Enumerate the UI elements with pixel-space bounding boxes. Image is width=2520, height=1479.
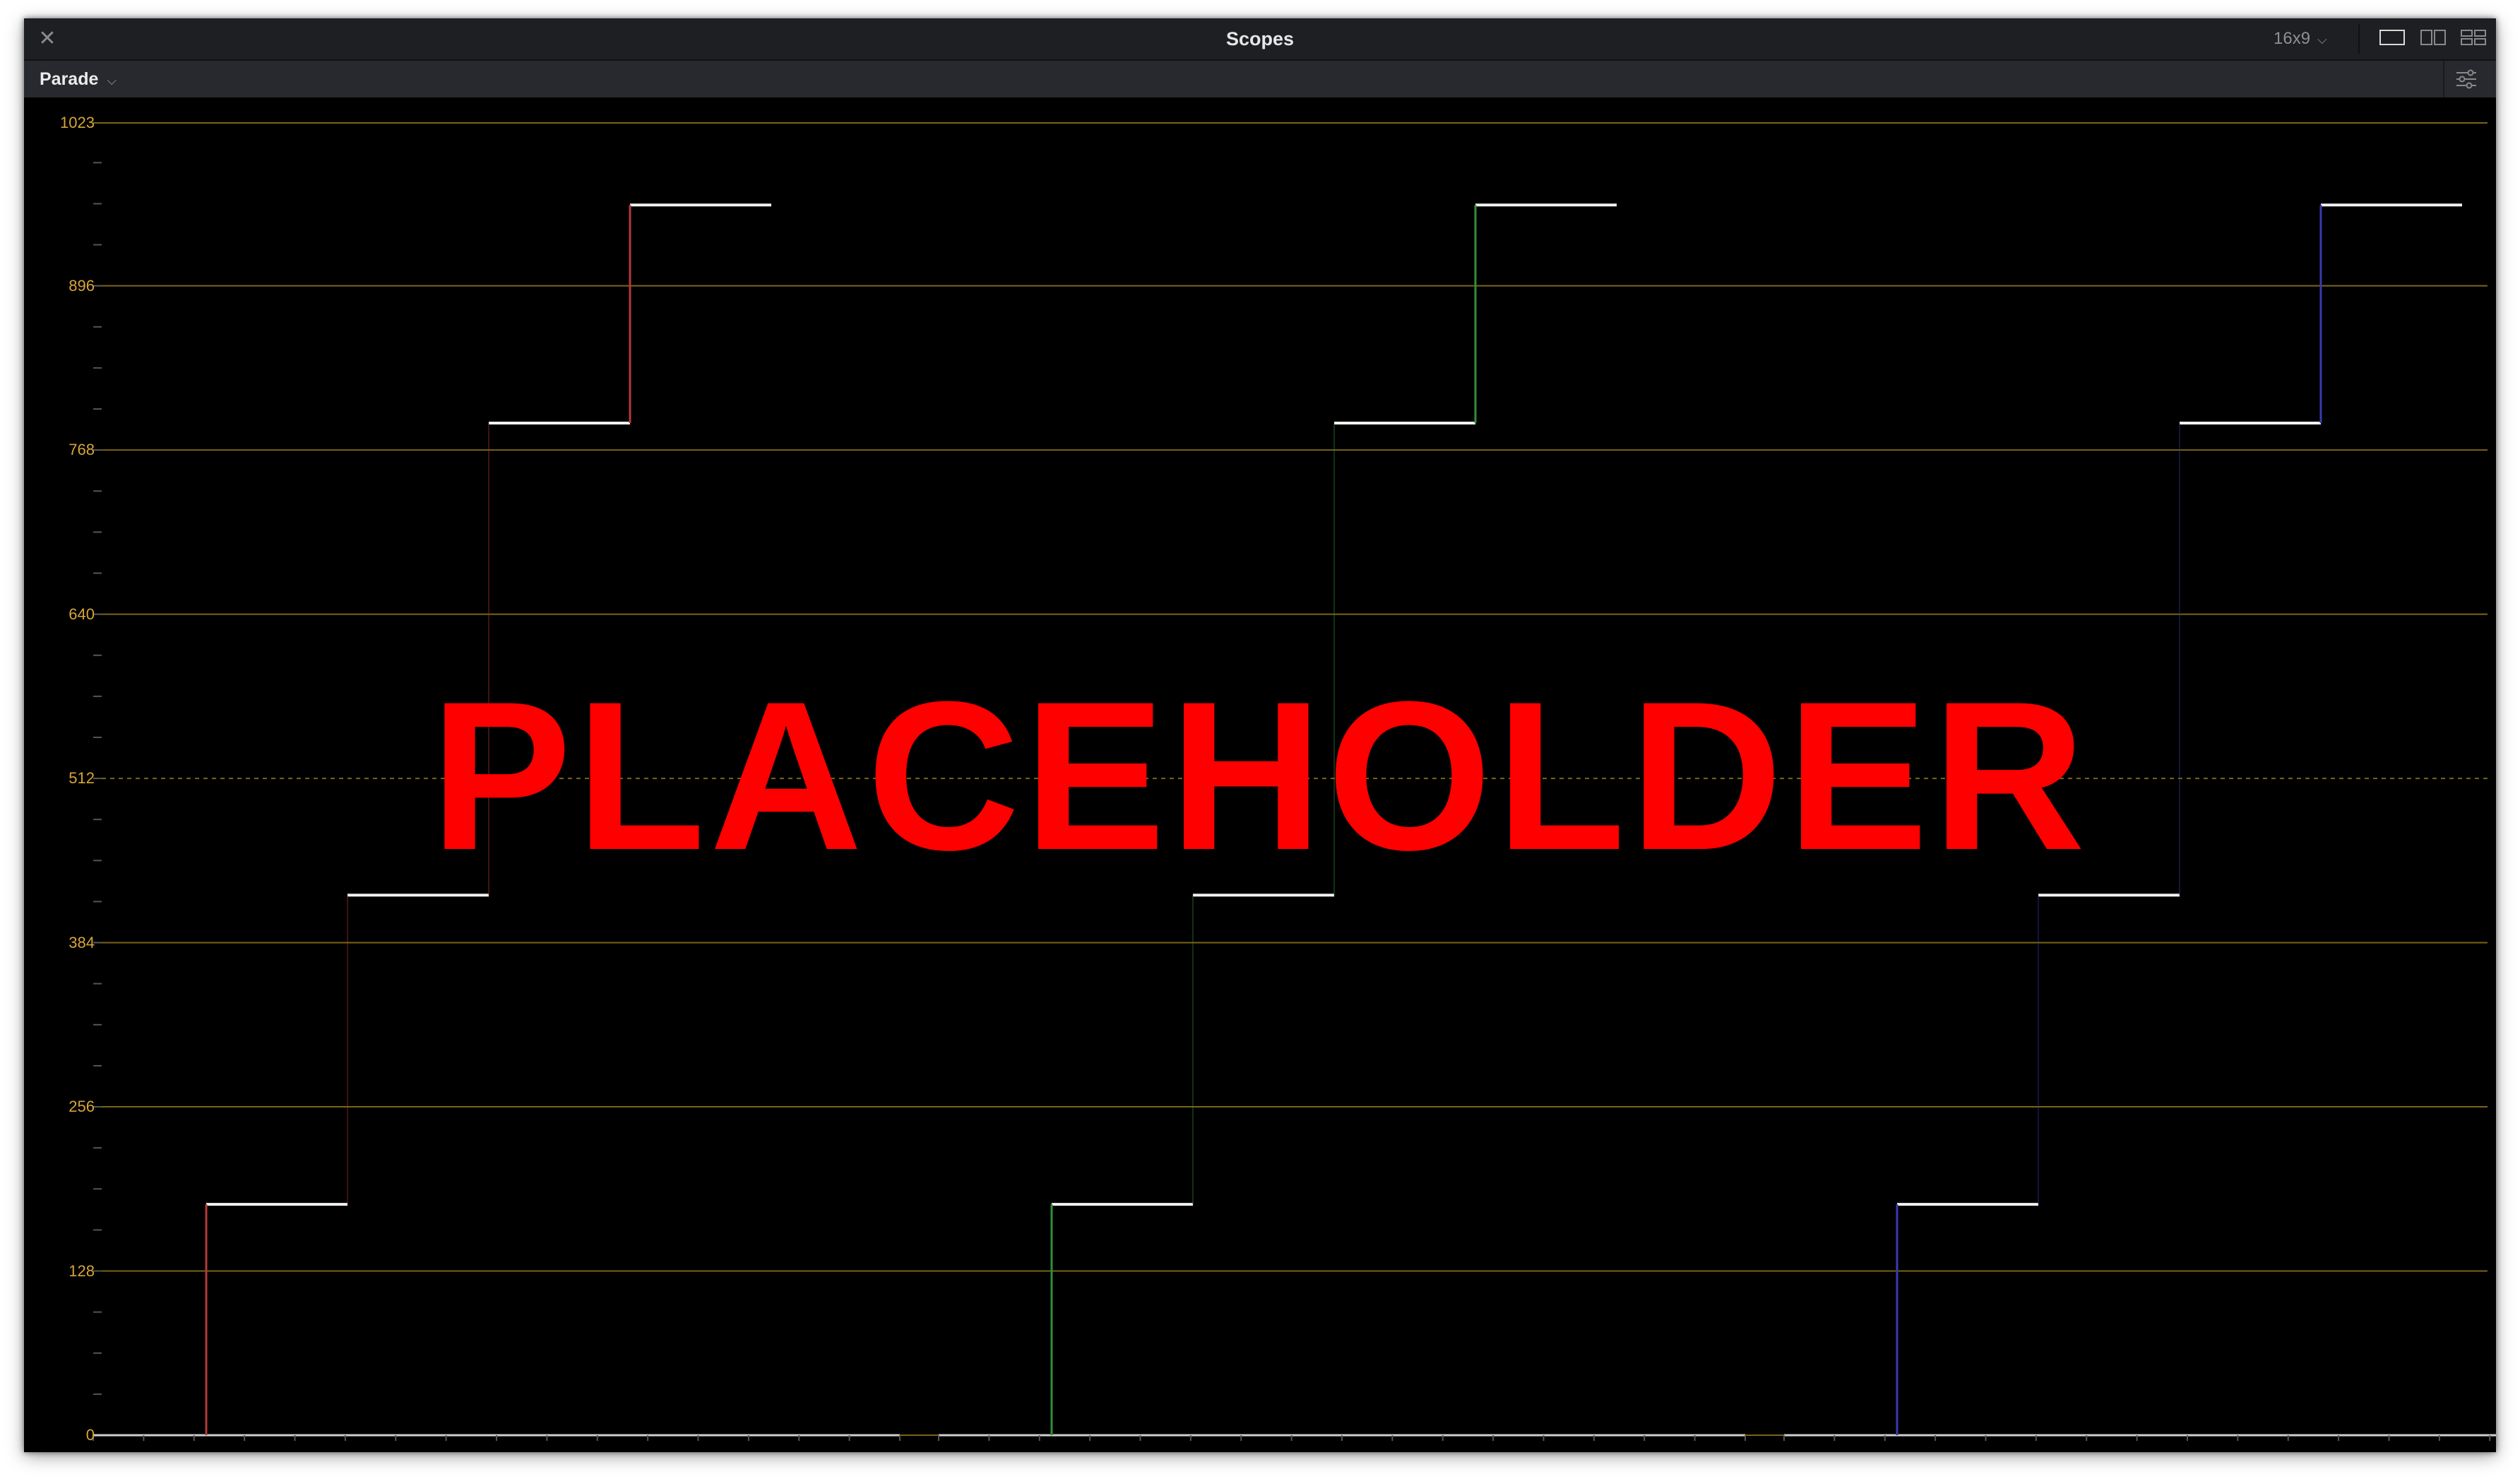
axis-label-768: 768 [69,441,95,459]
dual-view-icon[interactable] [2420,30,2446,48]
chevron-down-icon: ⌵ [2317,32,2327,47]
chevron-down-icon: ⌵ [107,73,117,88]
axis-label-0: 0 [85,1426,95,1444]
sliders-icon[interactable] [2452,66,2480,92]
axis-label-640: 640 [69,605,95,623]
quad-view-icon[interactable] [2461,30,2486,48]
scope-mode-label: Parade [40,69,99,89]
axis-label-1023: 1023 [60,114,95,131]
axis-label-896: 896 [69,276,95,295]
parade-scope: 1023 896 768 640 512 384 256 128 0 PLACEHOLDER [24,97,2496,1452]
scope-mode-dropdown[interactable]: Parade ⌵ [40,61,117,97]
scopes-window: ✕ Scopes 16x9 ⌵ Parade ⌵ 1023 896 768 64… [24,18,2496,1452]
window-title: Scopes [1225,28,1295,49]
single-view-icon[interactable] [2379,30,2405,48]
scope-toolbar: Parade ⌵ [24,61,2496,97]
axis-label-128: 128 [69,1261,95,1280]
divider [2443,61,2444,97]
axis-label-384: 384 [69,933,95,951]
aspect-ratio-dropdown[interactable]: 16x9 ⌵ [2274,18,2327,59]
aspect-ratio-label: 16x9 [2274,29,2311,48]
placeholder-overlay: PLACEHOLDER [430,657,2090,894]
title-bar: ✕ Scopes 16x9 ⌵ [24,18,2496,61]
divider [2358,24,2360,54]
axis-label-256: 256 [69,1098,95,1116]
